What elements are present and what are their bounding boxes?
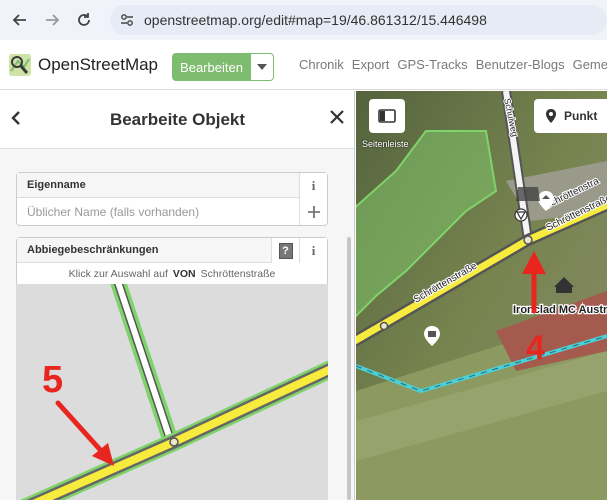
sidebar-scrollbar[interactable] <box>347 237 351 500</box>
sidebar-toggle-button[interactable] <box>369 99 405 133</box>
nav-link-export[interactable]: Export <box>352 57 390 72</box>
annotation-number-4: 4 <box>526 329 545 367</box>
poi-label: Ironclad MC Austri <box>513 304 607 316</box>
annotation-number-5: 5 <box>42 359 63 401</box>
aerial-map: Schulweg Schröttenstraße Schröttenstraße… <box>356 91 607 500</box>
map-vertex[interactable] <box>523 235 533 245</box>
nav-link-gps-traces[interactable]: GPS-Tracks <box>397 57 467 72</box>
map-canvas[interactable]: Schulweg Schröttenstraße Schröttenstraße… <box>356 91 607 500</box>
sidebar-toggle-label: Seitenleiste <box>362 139 409 149</box>
add-point-button[interactable]: Punkt <box>534 99 607 133</box>
annotation-overlay-5: 5 <box>42 359 114 466</box>
annotation-arrow-5 <box>55 400 114 466</box>
point-marker-icon <box>546 109 556 123</box>
sidebar-icon <box>378 109 396 123</box>
nav-link-communities[interactable]: Gemeinsc <box>573 57 607 72</box>
nav-link-user-diaries[interactable]: Benutzer-Blogs <box>476 57 565 72</box>
add-point-label: Punkt <box>564 109 598 123</box>
